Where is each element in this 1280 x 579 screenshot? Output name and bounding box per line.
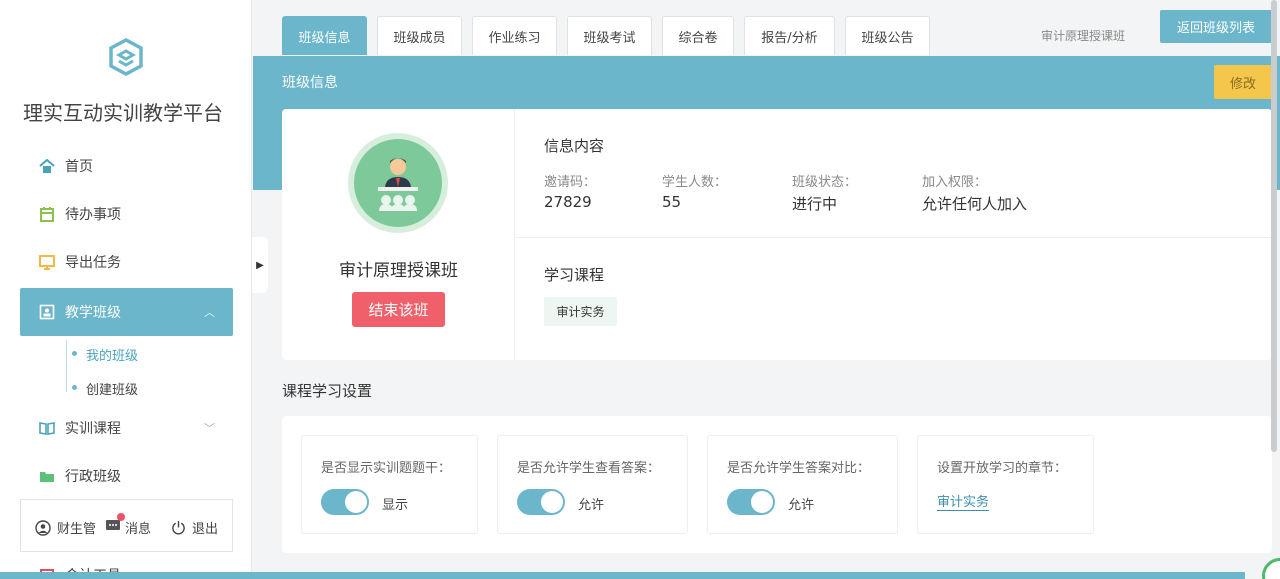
sidebar: 理实互动实训教学平台 首页 待办事项 导出任务 教学班级 ︿ 我的班级 创建班级…: [0, 0, 252, 579]
chapter-link[interactable]: 审计实务: [937, 491, 990, 511]
class-summary: 审计原理授课班 结束该班: [282, 109, 515, 360]
logout-label: 退出: [192, 522, 219, 537]
panel-title: 班级信息: [282, 75, 338, 91]
setting-value: 显示: [382, 498, 409, 513]
setting-label: 是否允许学生查看答案：: [517, 461, 661, 476]
logo-icon: [109, 38, 143, 76]
submenu-dot: [72, 351, 77, 356]
class-status-value: 进行中: [792, 195, 838, 213]
show-stem-toggle[interactable]: [321, 489, 369, 515]
info-section-title: 信息内容: [544, 137, 605, 155]
sidebar-item-admin-class[interactable]: 行政班级: [20, 453, 233, 499]
setting-label: 是否允许学生答案对比：: [727, 461, 871, 476]
join-permission-label: 加入权限：: [922, 175, 988, 190]
student-count-value: 55: [662, 193, 682, 211]
caret-right-icon: ▶: [256, 259, 264, 271]
sidebar-item-label: 实训课程: [65, 421, 121, 437]
class-icon: [38, 303, 56, 321]
view-answer-toggle[interactable]: [517, 489, 565, 515]
tab-composite-paper[interactable]: 综合卷: [662, 16, 734, 55]
floating-help-button[interactable]: [1262, 558, 1280, 579]
book-icon: [38, 419, 56, 437]
logout-button[interactable]: 退出: [171, 518, 218, 537]
sidebar-item-label: 导出任务: [65, 255, 121, 271]
setting-label: 设置开放学习的章节：: [937, 461, 1068, 476]
message-icon: [105, 512, 125, 537]
submenu-line: [66, 340, 67, 392]
invite-code-label: 邀请码：: [544, 175, 597, 190]
sidebar-item-todo[interactable]: 待办事项: [20, 191, 233, 237]
setting-answer-compare: 是否允许学生答案对比： 允许: [707, 435, 898, 534]
sidebar-item-teaching-class[interactable]: 教学班级 ︿: [20, 288, 233, 336]
chevron-down-icon: ﹀: [204, 422, 215, 435]
sidebar-subitem-create-class[interactable]: 创建班级: [86, 379, 138, 398]
submenu-dot: [72, 385, 77, 390]
bottom-scrollbar[interactable]: [0, 572, 1245, 579]
home-icon: [38, 157, 56, 175]
setting-value: 允许: [578, 498, 605, 513]
settings-card: 是否显示实训题题干： 显示 是否允许学生查看答案： 允许 是否允许学生答案对比：…: [282, 416, 1272, 553]
class-name: 审计原理授课班: [339, 261, 458, 281]
divider: [516, 237, 1272, 238]
setting-view-answer: 是否允许学生查看答案： 允许: [497, 435, 688, 534]
sidebar-item-label: 教学班级: [65, 305, 121, 321]
course-tag: 审计实务: [544, 297, 617, 326]
student-count-label: 学生人数：: [662, 175, 728, 190]
sidebar-item-home[interactable]: 首页: [20, 143, 233, 189]
monitor-icon: [38, 253, 56, 271]
sidebar-item-training-course[interactable]: 实训课程 ﹀: [20, 405, 233, 451]
sidebar-item-export[interactable]: 导出任务: [20, 239, 233, 285]
tab-homework[interactable]: 作业练习: [472, 16, 557, 55]
sidebar-item-label: 行政班级: [65, 469, 121, 485]
tab-class-members[interactable]: 班级成员: [377, 16, 462, 55]
setting-open-chapters: 设置开放学习的章节： 审计实务: [917, 435, 1094, 534]
sidebar-subitem-my-classes[interactable]: 我的班级: [86, 345, 138, 364]
join-permission-value: 允许任何人加入: [922, 195, 1028, 213]
class-status-label: 班级状态：: [792, 175, 858, 190]
class-info-card: 审计原理授课班 结束该班 信息内容 邀请码： 27829 学生人数： 55 班级…: [282, 109, 1272, 360]
tab-class-exam[interactable]: 班级考试: [567, 16, 652, 55]
brand-title: 理实互动实训教学平台: [23, 101, 223, 125]
edit-button[interactable]: 修改: [1214, 65, 1272, 99]
tab-report-analysis[interactable]: 报告/分析: [744, 16, 835, 55]
user-box: 财生管 消息 退出: [20, 499, 233, 552]
answer-compare-toggle[interactable]: [727, 489, 775, 515]
messages-label: 消息: [125, 522, 152, 537]
chevron-up-icon: ︿: [204, 306, 215, 319]
teacher-icon: [354, 139, 442, 227]
course-section-title: 学习课程: [544, 266, 605, 284]
power-icon: [172, 520, 185, 535]
sidebar-item-label: 首页: [65, 159, 93, 175]
sidebar-item-label: 待办事项: [65, 207, 121, 223]
calendar-icon: [38, 205, 56, 223]
sidebar-collapse-button[interactable]: ▶: [252, 237, 268, 293]
setting-show-stem: 是否显示实训题题干： 显示: [301, 435, 478, 534]
messages-link[interactable]: 消息: [105, 512, 152, 537]
vertical-scrollbar[interactable]: [1271, 0, 1277, 452]
user-profile[interactable]: 财生管: [35, 518, 96, 537]
invite-code-value: 27829: [544, 193, 592, 211]
setting-label: 是否显示实训题题干：: [321, 461, 452, 476]
settings-title: 课程学习设置: [282, 382, 373, 400]
class-avatar: [348, 133, 448, 233]
folder-icon: [38, 467, 56, 485]
back-to-class-list-button[interactable]: 返回班级列表: [1160, 10, 1272, 43]
notification-dot: [117, 512, 125, 521]
tab-announcement[interactable]: 班级公告: [845, 16, 930, 55]
current-class-name: 审计原理授课班: [1041, 29, 1126, 43]
user-icon: [35, 519, 51, 536]
tab-class-info[interactable]: 班级信息: [282, 16, 367, 55]
setting-value: 允许: [788, 498, 815, 513]
user-name: 财生管: [57, 522, 97, 537]
end-class-button[interactable]: 结束该班: [352, 292, 445, 327]
